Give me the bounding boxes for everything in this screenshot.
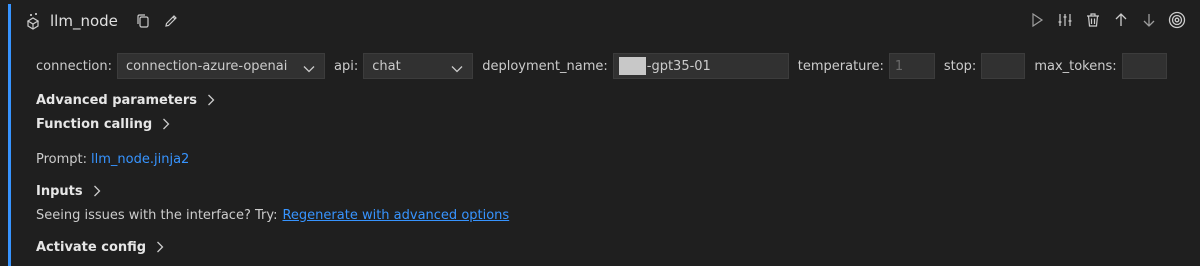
node-header: llm_node <box>24 8 182 34</box>
activate-config-title: Activate config <box>36 239 147 255</box>
api-label: api: <box>334 58 359 74</box>
function-calling-title: Function calling <box>36 116 153 132</box>
chevron-right-icon <box>162 118 170 130</box>
temperature-input[interactable]: 1 <box>888 53 935 79</box>
chevron-right-icon <box>93 185 101 197</box>
max-tokens-label: max_tokens: <box>1034 58 1117 74</box>
run-icon[interactable] <box>1026 9 1048 31</box>
connection-label: connection: <box>36 58 113 74</box>
deployment-name-value: -gpt35-01 <box>646 58 711 74</box>
llm-node-panel: llm_node connection: connection-azure-op… <box>0 0 1200 266</box>
chevron-down-icon <box>303 62 315 77</box>
temperature-label: temperature: <box>797 58 884 74</box>
deployment-name-input[interactable]: -gpt35-01 <box>612 53 789 79</box>
inputs-toggle[interactable]: Inputs <box>36 180 101 202</box>
stop-label: stop: <box>943 58 977 74</box>
api-value: chat <box>372 58 401 74</box>
inputs-title: Inputs <box>36 183 83 199</box>
target-icon[interactable] <box>1166 9 1188 31</box>
prompt-line: Prompt: llm_node.jinja2 <box>36 149 189 169</box>
stop-input[interactable] <box>981 53 1026 79</box>
chevron-right-icon <box>156 241 164 253</box>
regenerate-advanced-link[interactable]: Regenerate with advanced options <box>282 208 509 223</box>
arrow-up-icon[interactable] <box>1110 9 1132 31</box>
edit-pencil-icon[interactable] <box>160 10 182 32</box>
redacted-block <box>618 57 646 75</box>
issues-line: Seeing issues with the interface? Try: R… <box>36 205 509 225</box>
chevron-down-icon <box>451 62 463 77</box>
max-tokens-input[interactable] <box>1121 53 1167 79</box>
prompt-label: Prompt: <box>36 151 88 167</box>
node-toolbar <box>1026 8 1188 32</box>
temperature-placeholder: 1 <box>894 58 904 74</box>
connection-select[interactable]: connection-azure-openai <box>117 53 326 79</box>
connection-value: connection-azure-openai <box>126 58 288 74</box>
parameters-row: connection: connection-azure-openai api:… <box>36 53 1176 79</box>
prompt-file-link[interactable]: llm_node.jinja2 <box>91 152 189 167</box>
llm-node-icon <box>24 12 42 30</box>
activate-config-toggle[interactable]: Activate config <box>36 236 164 258</box>
copy-icon[interactable] <box>132 10 154 32</box>
settings-sliders-icon[interactable] <box>1054 9 1076 31</box>
advanced-parameters-toggle[interactable]: Advanced parameters <box>36 89 215 111</box>
chevron-right-icon <box>207 94 215 106</box>
selection-accent-bar <box>8 4 11 266</box>
function-calling-toggle[interactable]: Function calling <box>36 113 170 135</box>
api-select[interactable]: chat <box>363 53 474 79</box>
issues-text: Seeing issues with the interface? Try: <box>36 207 278 223</box>
advanced-parameters-title: Advanced parameters <box>36 92 198 108</box>
trash-icon[interactable] <box>1082 9 1104 31</box>
node-title: llm_node <box>50 12 118 30</box>
arrow-down-icon[interactable] <box>1138 9 1160 31</box>
deployment-name-label: deployment_name: <box>482 58 608 74</box>
